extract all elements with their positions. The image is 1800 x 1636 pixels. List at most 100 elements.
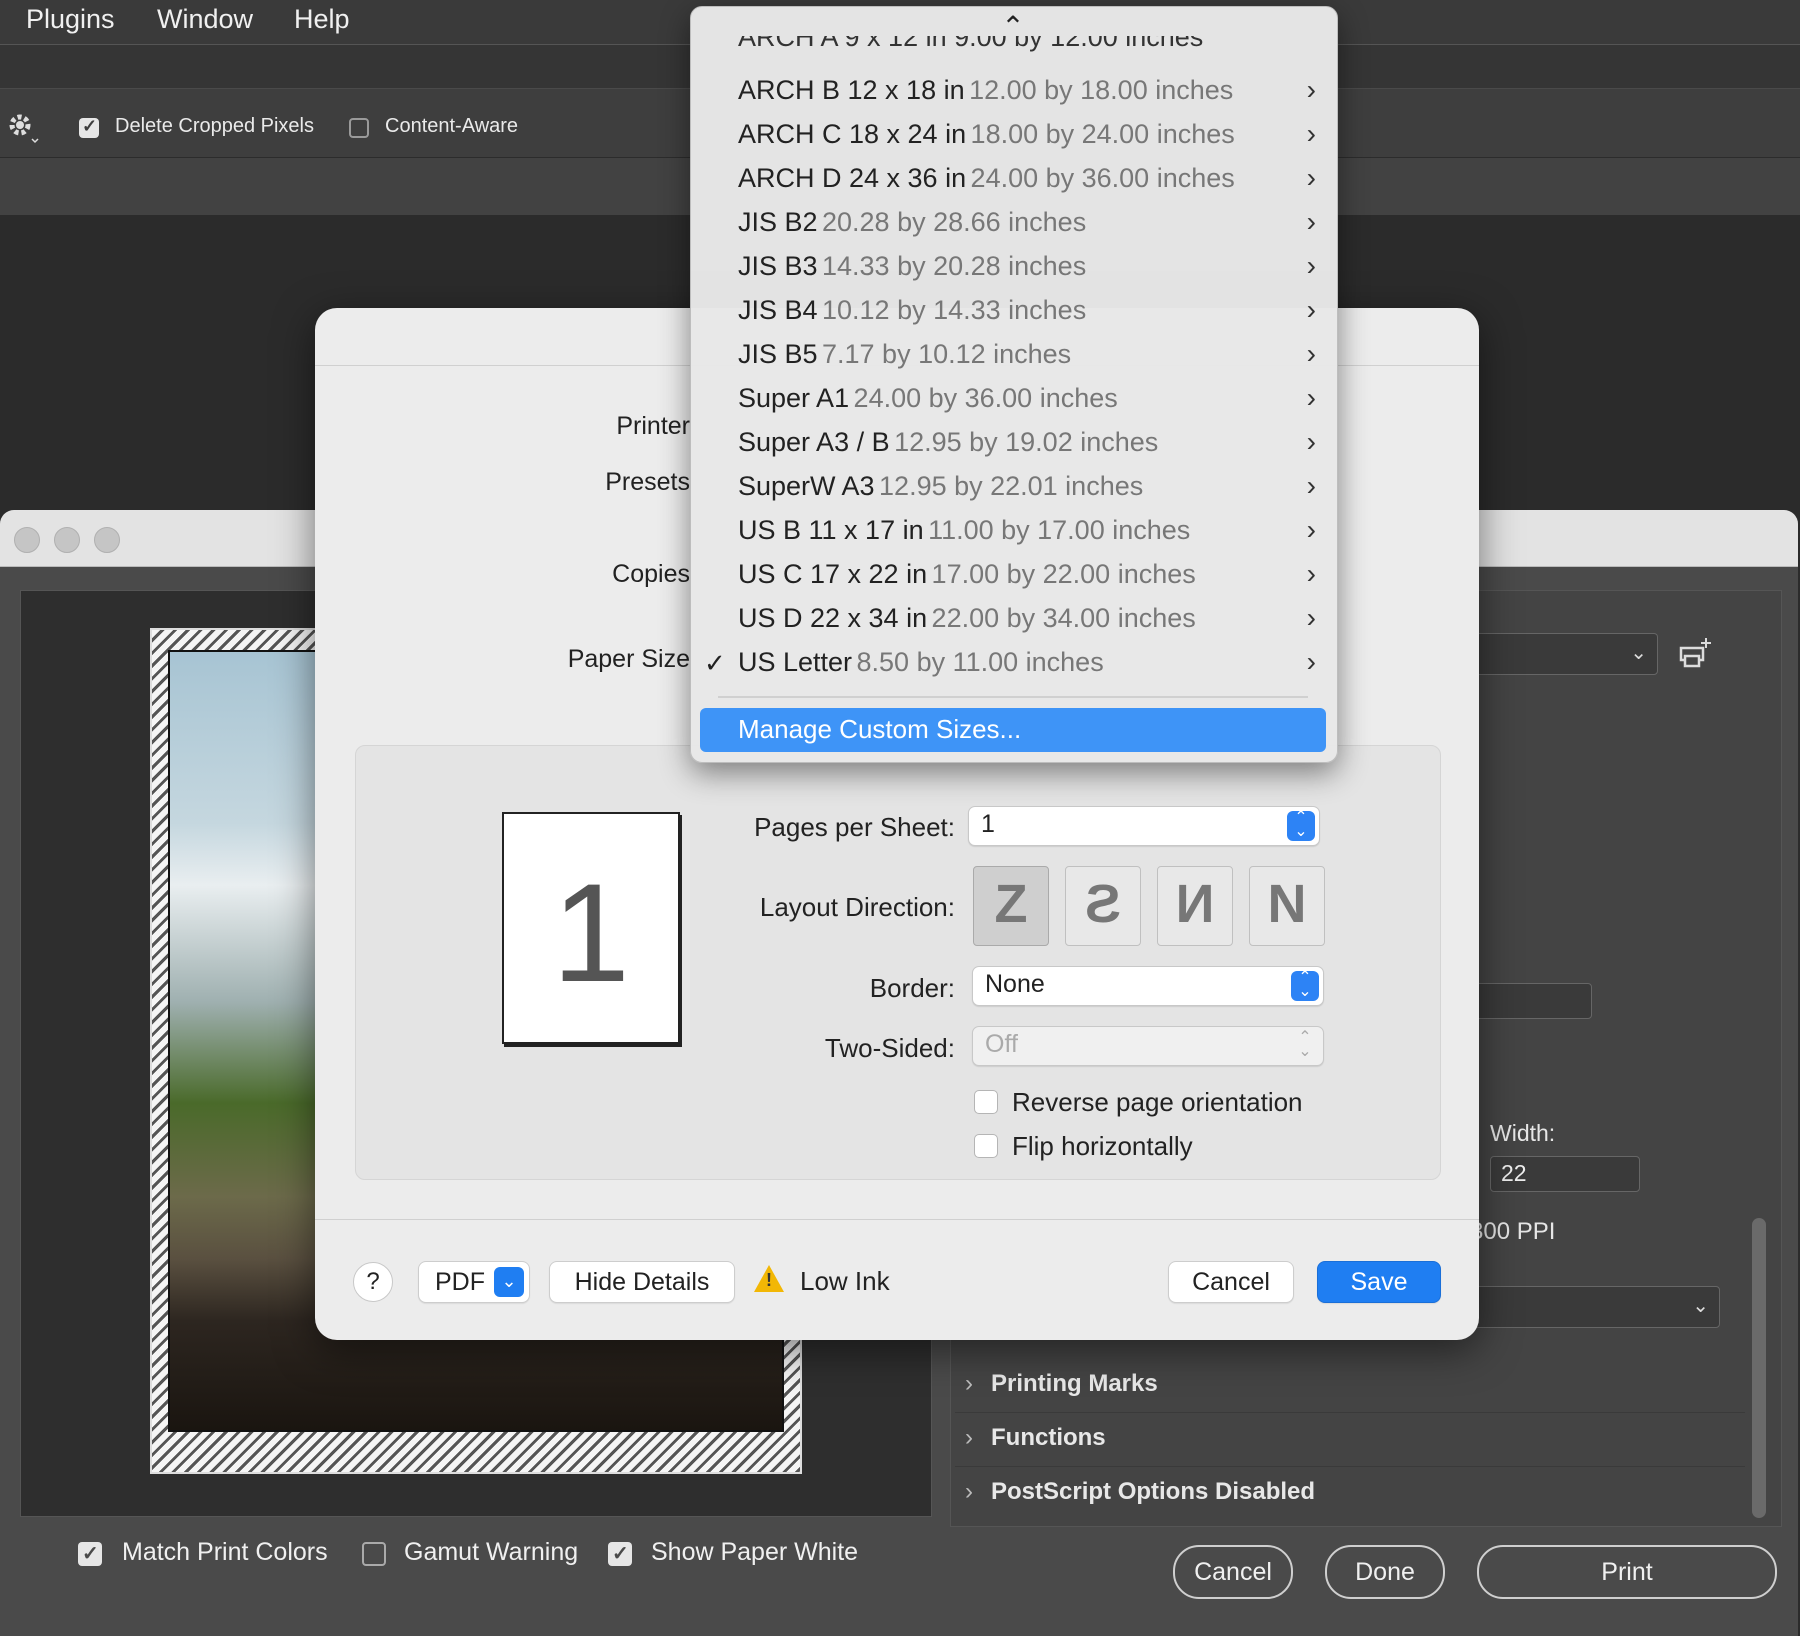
ps-done-button[interactable]: Done [1325, 1545, 1445, 1599]
paper-size-name: SuperW A3 [738, 471, 875, 501]
paper-size-name: JIS B5 [738, 339, 818, 369]
pdf-label: PDF [435, 1268, 485, 1296]
reverse-orientation-checkbox[interactable] [974, 1090, 998, 1114]
paper-size-item[interactable]: ✓ARCH D 24 x 36 in 24.00 by 36.00 inches… [690, 158, 1336, 202]
paper-size-dimensions: 20.28 by 28.66 inches [822, 207, 1087, 237]
border-label: Border: [869, 973, 955, 1003]
hide-details-button[interactable]: Hide Details [549, 1261, 735, 1303]
width-field[interactable]: 22 [1490, 1156, 1640, 1192]
up-down-chevron-icon: ⌃ ⌄ [1298, 1029, 1312, 1060]
paper-size-name: JIS B2 [738, 207, 818, 237]
paper-size-dimensions: 8.50 by 11.00 inches [856, 647, 1104, 677]
layout-direction-s-button[interactable]: Ƨ [1065, 866, 1141, 946]
presets-label: Presets [605, 468, 690, 496]
z-direction-icon: Z [994, 874, 1028, 934]
match-print-colors-checkbox[interactable] [78, 1541, 102, 1566]
settings-scrollbar[interactable] [1752, 1218, 1766, 1518]
paper-size-name: Super A3 / B [738, 427, 890, 457]
paper-size-name: US D 22 x 34 in [738, 603, 928, 633]
paper-size-text: Super A3 / B 12.95 by 19.02 inches [738, 427, 1158, 458]
ppi-text: 300 PPI [1470, 1218, 1556, 1245]
layout-direction-n-button[interactable]: N [1249, 866, 1325, 946]
paper-size-name: ARCH B 12 x 18 in [738, 75, 965, 105]
chevron-right-icon: › [1306, 294, 1316, 325]
window-zoom-button[interactable] [94, 527, 120, 553]
section-printing-marks[interactable]: › Printing Marks [955, 1360, 1745, 1413]
two-sided-label: Two-Sided: [824, 1033, 955, 1063]
paper-size-item[interactable]: ✓US D 22 x 34 in 22.00 by 34.00 inches› [690, 598, 1336, 642]
border-popup[interactable]: None ⌃ ⌄ [972, 966, 1324, 1006]
paper-size-item[interactable]: ✓JIS B4 10.12 by 14.33 inches› [690, 290, 1336, 334]
chevron-right-icon: › [965, 1478, 973, 1505]
gamut-warning-checkbox[interactable] [362, 1542, 386, 1566]
paper-size-dimensions: 12.95 by 22.01 inches [879, 471, 1144, 501]
paper-size-item[interactable]: ✓Super A3 / B 12.95 by 19.02 inches› [690, 422, 1336, 466]
chevron-right-icon: › [965, 1424, 973, 1451]
window-minimize-button[interactable] [54, 527, 80, 553]
chevron-right-icon: › [1306, 162, 1316, 193]
delete-cropped-label: Delete Cropped Pixels [115, 115, 314, 137]
show-paper-white-checkbox[interactable] [608, 1541, 632, 1566]
chevron-right-icon: › [1306, 74, 1316, 105]
layout-direction-z-button[interactable]: Z [973, 866, 1049, 946]
chevron-right-icon: › [1306, 206, 1316, 237]
section-postscript[interactable]: › PostScript Options Disabled [955, 1468, 1745, 1520]
delete-cropped-checkbox[interactable] [79, 116, 99, 138]
paper-size-text: US Letter 8.50 by 11.00 inches [738, 647, 1104, 678]
chevron-right-icon: › [1306, 426, 1316, 457]
paper-size-item[interactable]: ✓US B 11 x 17 in 11.00 by 17.00 inches› [690, 510, 1336, 554]
paper-size-name: JIS B4 [738, 295, 818, 325]
paper-size-item[interactable]: ✓ US Letter 8.50 by 11.00 inches › [690, 642, 1336, 686]
pages-per-sheet-popup[interactable]: 1 ⌃ ⌄ [968, 806, 1320, 846]
section-functions[interactable]: › Functions [955, 1414, 1745, 1467]
chevron-right-icon: › [1306, 514, 1316, 545]
cancel-button[interactable]: Cancel [1168, 1261, 1294, 1303]
chevron-right-icon: › [965, 1370, 973, 1397]
partial-menu-item: ARCH A 9 x 12 in 9.00 by 12.00 inches [690, 36, 1336, 60]
content-aware-checkbox[interactable] [349, 118, 369, 138]
paper-size-item[interactable]: ✓JIS B3 14.33 by 20.28 inches› [690, 246, 1336, 290]
paper-size-item[interactable]: ✓SuperW A3 12.95 by 22.01 inches› [690, 466, 1336, 510]
menu-window[interactable]: Window [157, 4, 253, 35]
paper-size-item[interactable]: ✓ARCH B 12 x 18 in 12.00 by 18.00 inches… [690, 70, 1336, 114]
chevron-right-icon: › [1306, 602, 1316, 633]
paper-size-dimensions: 12.95 by 19.02 inches [894, 427, 1159, 457]
save-button[interactable]: Save [1317, 1261, 1441, 1303]
paper-size-label: Paper Size [567, 645, 690, 673]
gear-icon[interactable] [6, 111, 40, 145]
low-ink-status: Low Ink [800, 1266, 890, 1296]
manage-custom-sizes-label: Manage Custom Sizes... [738, 714, 1022, 744]
printer-label: Printer [616, 412, 690, 440]
help-button[interactable]: ? [353, 1262, 393, 1302]
ps-print-button[interactable]: Print [1477, 1545, 1777, 1599]
menu-help[interactable]: Help [294, 4, 350, 35]
chevron-right-icon: › [1306, 382, 1316, 413]
printer-add-icon[interactable] [1678, 636, 1714, 672]
flip-horizontally-label: Flip horizontally [1012, 1131, 1193, 1161]
checkmark-icon: ✓ [704, 648, 726, 678]
paper-size-dimensions: 18.00 by 24.00 inches [970, 119, 1235, 149]
paper-size-name: JIS B3 [738, 251, 818, 281]
paper-size-item[interactable]: ✓JIS B2 20.28 by 28.66 inches› [690, 202, 1336, 246]
chevron-right-icon: › [1306, 470, 1316, 501]
paper-size-text: JIS B3 14.33 by 20.28 inches [738, 251, 1086, 282]
paper-size-dimensions: 14.33 by 20.28 inches [822, 251, 1087, 281]
paper-size-text: JIS B5 7.17 by 10.12 inches [738, 339, 1071, 370]
layout-direction-label: Layout Direction: [759, 892, 955, 922]
printer-select[interactable]: ⌄ [1470, 633, 1658, 675]
position-field[interactable] [1470, 983, 1592, 1019]
window-close-button[interactable] [14, 527, 40, 553]
n-reverse-direction-icon: И [1175, 874, 1215, 934]
paper-size-item[interactable]: ✓JIS B5 7.17 by 10.12 inches› [690, 334, 1336, 378]
paper-size-item[interactable]: ✓US C 17 x 22 in 17.00 by 22.00 inches› [690, 554, 1336, 598]
copies-label: Copies [612, 560, 690, 588]
paper-size-item[interactable]: ✓ARCH C 18 x 24 in 18.00 by 24.00 inches… [690, 114, 1336, 158]
ps-cancel-button[interactable]: Cancel [1173, 1545, 1293, 1599]
menu-plugins[interactable]: Plugins [26, 4, 115, 35]
scaling-select[interactable]: ⌄ [1470, 1286, 1720, 1328]
paper-size-item[interactable]: ✓Super A1 24.00 by 36.00 inches› [690, 378, 1336, 422]
layout-direction-n-reverse-button[interactable]: И [1157, 866, 1233, 946]
flip-horizontally-checkbox[interactable] [974, 1134, 998, 1158]
menu-separator [718, 696, 1308, 698]
chevron-right-icon: › [1306, 250, 1316, 281]
